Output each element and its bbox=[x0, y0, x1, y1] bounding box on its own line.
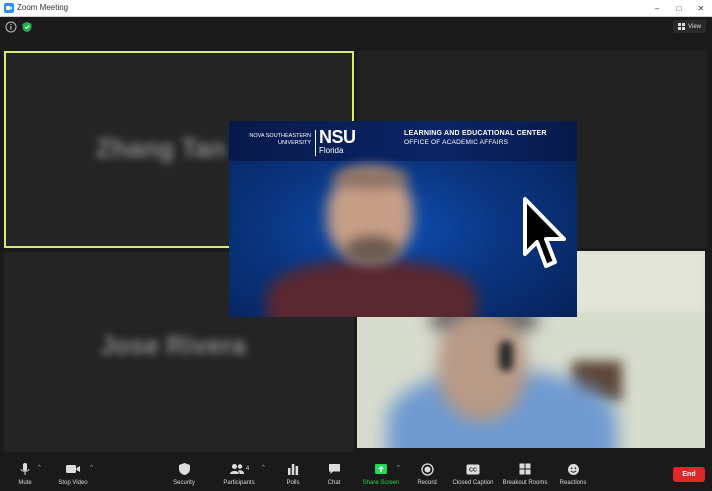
svg-text:CC: CC bbox=[469, 467, 477, 473]
view-label: View bbox=[688, 23, 701, 30]
window-title: Zoom Meeting bbox=[17, 3, 69, 12]
stop-video-button[interactable]: Stop Video bbox=[55, 457, 91, 491]
polls-button[interactable]: Polls bbox=[282, 457, 304, 491]
grid-view-icon bbox=[678, 23, 686, 30]
close-icon[interactable]: ✕ bbox=[690, 0, 712, 16]
security-shield-icon bbox=[178, 463, 190, 475]
zoom-app-icon bbox=[4, 3, 14, 13]
encryption-shield-icon[interactable] bbox=[21, 20, 33, 32]
nsu-florida-text: Florida bbox=[319, 146, 344, 155]
share-screen-arrow-icon bbox=[375, 464, 387, 474]
nsu-logo-text: NSU bbox=[319, 127, 356, 147]
audio-options-chevron-icon[interactable]: ^ bbox=[38, 465, 41, 471]
participants-button[interactable]: 4 Participants bbox=[219, 457, 259, 491]
share-options-chevron-icon[interactable]: ^ bbox=[397, 465, 400, 471]
breakout-rooms-button[interactable]: Breakout Rooms bbox=[502, 457, 548, 491]
view-button[interactable]: View bbox=[673, 20, 706, 33]
center-subtitle: OFFICE OF ACADEMIC AFFAIRS bbox=[404, 139, 509, 146]
microphone-icon bbox=[20, 463, 30, 475]
mute-button[interactable]: Mute bbox=[12, 457, 38, 491]
end-meeting-button[interactable]: End bbox=[673, 467, 705, 482]
reactions-smiley-icon bbox=[567, 463, 579, 475]
maximize-icon[interactable]: □ bbox=[668, 0, 690, 16]
window-titlebar: Zoom Meeting – □ ✕ bbox=[0, 0, 712, 17]
meeting-info-icon[interactable] bbox=[5, 20, 17, 33]
polls-bar-icon bbox=[288, 464, 299, 475]
chat-bubble-icon bbox=[328, 464, 340, 474]
closed-caption-button[interactable]: CC Closed Caption bbox=[450, 457, 496, 491]
participant-name: Jose Rivera bbox=[100, 330, 246, 360]
video-camera-icon bbox=[66, 465, 80, 473]
meeting-stage: View Zhang Tan Jose Rivera NOVA SOUTHEAS… bbox=[0, 17, 712, 457]
minimize-icon[interactable]: – bbox=[646, 0, 668, 16]
reactions-button[interactable]: Reactions bbox=[558, 457, 588, 491]
participant-name: Zhang Tan bbox=[96, 133, 226, 163]
center-title: LEARNING AND EDUCATIONAL CENTER bbox=[404, 130, 547, 137]
share-screen-button[interactable]: Share Screen bbox=[361, 457, 401, 491]
closed-caption-icon: CC bbox=[466, 464, 480, 474]
record-button[interactable]: Record bbox=[414, 457, 440, 491]
participants-icon bbox=[229, 464, 244, 474]
video-options-chevron-icon[interactable]: ^ bbox=[90, 465, 93, 471]
mouse-cursor-icon bbox=[523, 197, 566, 268]
breakout-rooms-icon bbox=[519, 463, 531, 475]
participants-count: 4 bbox=[245, 466, 250, 472]
presenter-video[interactable]: NOVA SOUTHEASTERN UNIVERSITY NSU Florida… bbox=[229, 121, 577, 317]
participants-options-chevron-icon[interactable]: ^ bbox=[262, 465, 265, 471]
meeting-toolbar: Mute ^ Stop Video ^ Security 4 Participa… bbox=[0, 457, 712, 491]
nsu-banner: NOVA SOUTHEASTERN UNIVERSITY NSU Florida… bbox=[229, 121, 577, 161]
chat-button[interactable]: Chat bbox=[323, 457, 345, 491]
record-icon bbox=[420, 462, 434, 476]
org-small-text: NOVA SOUTHEASTERN UNIVERSITY bbox=[249, 133, 311, 146]
security-button[interactable]: Security bbox=[170, 457, 198, 491]
